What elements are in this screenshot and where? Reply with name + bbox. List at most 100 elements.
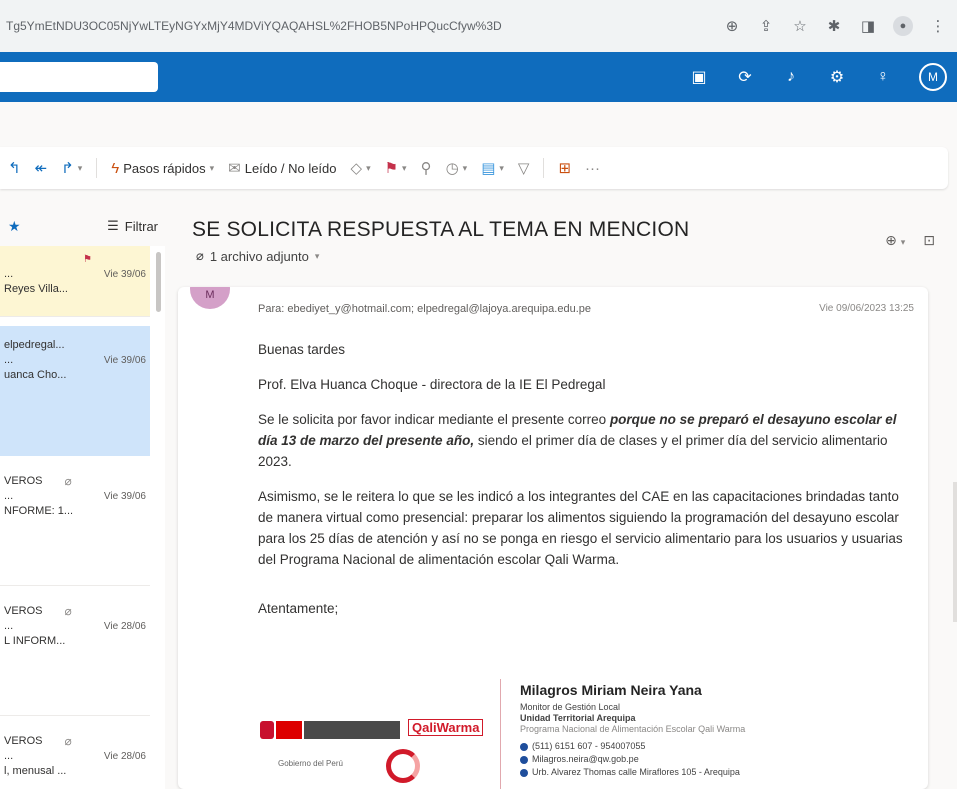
list-item[interactable]: VEROS ⌀ ... Vie 39/06 NFORME: 1... [0,468,150,586]
bolt-icon: ϟ [111,159,120,177]
star-icon[interactable]: ☆ [791,17,809,35]
tag-icon: ◇ [350,160,363,177]
signature: QaliWarma Gobierno del Perú Milagros Mir… [258,679,918,789]
gear-icon[interactable]: ⚙ [827,67,847,87]
favorite-star-icon[interactable]: ★ [8,218,21,235]
email-body: Buenas tardes Prof. Elva Huanca Choque -… [258,339,908,633]
open-window-icon[interactable]: ⊡ [923,232,935,249]
paperclip-icon: ⌀ [64,734,72,748]
list-item[interactable]: VEROS ⌀ ... Vie 28/06 l, menusal ... [0,728,150,789]
reading-pane: SE SOLICITA RESPUESTA AL TEMA EN MENCION… [170,192,957,789]
profile-icon[interactable]: ● [893,16,913,36]
apps-icon: ⊞ [558,160,572,177]
pin-button[interactable]: ⚲ [421,159,432,177]
header-actions: ▣ ⟳ ♪ ⚙ ♀ M [689,63,957,91]
paperclip-icon: ⌀ [64,604,72,618]
attachments-label: 1 archivo adjunto [209,248,309,264]
chevron-down-icon: ▾ [209,162,215,173]
policy-button[interactable]: ▤ ▾ [481,159,504,177]
bell-icon[interactable]: ♪ [781,68,801,86]
closing: Atentamente; [258,601,339,616]
flag-button[interactable]: ⚑ ▾ [385,159,407,177]
addressee-line: Prof. Elva Huanca Choque - directora de … [258,377,606,392]
pin-icon: ⚲ [420,160,432,177]
message-list-panel: ⚑ ... Vie 39/06 Reyes Villa... elpedregal… [0,246,165,789]
zoom-icon: ⊕ [885,232,897,248]
reading-tools: ⊕ ▾ ⊡ [885,232,935,249]
paperclip-icon: ⌀ [196,248,204,263]
avatar[interactable]: M [919,63,947,91]
location-icon [520,768,528,777]
snooze-button[interactable]: ◷ ▾ [446,159,468,177]
address-bar[interactable]: Tg5YmEtNDU3OC05NjYwLTEyNGYxMjY4MDViYQAQA… [0,19,723,33]
apps-button[interactable]: ⊞ [558,159,571,177]
list-item-sender: VEROS [4,605,43,617]
email-card: M Para: ebediyet_y@hotmail.com; elpedreg… [178,287,928,789]
extensions-icon[interactable]: ✱ [825,17,843,35]
lens-icon[interactable]: ⊕ [723,17,741,35]
filter-icon: ☰ [107,218,119,233]
read-unread-label: Leído / No leído [244,160,337,176]
avatar[interactable]: M [190,287,230,309]
list-item-preview: Reyes Villa... [4,283,68,295]
ellipsis-icon: ··· [585,159,601,177]
list-item-sender: VEROS [4,475,43,487]
more-options-button[interactable]: ··· [585,160,600,177]
outlook-header: ▣ ⟳ ♪ ⚙ ♀ M [0,52,957,102]
policy-icon: ▤ [481,160,496,177]
todo-icon[interactable]: ⟳ [735,67,755,87]
reply-all-icon: ↞ [34,160,48,177]
peru-logo [260,721,400,739]
list-item[interactable]: elpedregal... ... Vie 39/06 uanca Cho... [0,326,150,456]
forward-icon: ↱ [61,160,74,177]
forward-button[interactable]: ↱ ▾ [61,159,82,177]
signature-title: Monitor de Gestión Local [520,702,621,712]
list-scrollbar[interactable] [156,252,161,312]
list-item-preview: uanca Cho... [4,369,67,381]
chevron-down-icon: ▾ [366,162,371,173]
menu-icon[interactable]: ⋮ [929,17,947,35]
list-item-date: Vie 39/06 [103,269,146,280]
list-item[interactable]: VEROS ⌀ ... Vie 28/06 L INFORM... [0,598,150,716]
paragraph-2: Asimismo, se le reitera lo que se les in… [258,489,903,567]
ribbon-toolbar: ↰ ↞ ↱ ▾ ϟ Pasos rápidos ▾ ✉ Leído / No leído… [0,147,948,189]
chevron-down-icon: ▾ [77,162,83,173]
reply-all-button[interactable]: ↞ [35,159,48,177]
peru-shield-icon [260,721,274,739]
share-icon[interactable]: ⇪ [757,17,775,35]
phone-icon [520,742,528,751]
email-link[interactable]: Milagros.neira@qw.gob.pe [532,754,639,765]
list-item-date: Vie 28/06 [103,621,146,632]
list-item-preview: L INFORM... [4,635,66,647]
signature-logos: QaliWarma Gobierno del Perú [258,697,498,789]
teams-icon[interactable]: ▣ [689,67,709,87]
mail-icon [520,755,528,764]
gobierno-logo: Gobierno del Perú [278,759,343,768]
attachments-toggle[interactable]: ⌀ 1 archivo adjunto ▾ [196,248,319,264]
sidepanel-icon[interactable]: ◨ [859,17,877,35]
signature-text: Milagros Miriam Neira Yana Monitor de Ge… [520,682,745,778]
lightbulb-icon[interactable]: ♀ [873,68,893,86]
clock-icon: ◷ [445,160,459,177]
list-item[interactable]: ⚑ ... Vie 39/06 Reyes Villa... [0,246,150,317]
quick-steps-button[interactable]: ϟ Pasos rápidos ▾ [111,160,214,177]
zoom-button[interactable]: ⊕ ▾ [885,232,905,249]
reply-button[interactable]: ↰ [8,159,21,177]
read-unread-button[interactable]: ✉ Leído / No leído [228,159,336,177]
flag-icon: ⚑ [384,160,399,177]
paragraph-1: Se le solicita por favor indicar mediant… [258,409,908,472]
sent-date: Vie 09/06/2023 13:25 [819,303,914,314]
list-item-sender: elpedregal... [4,339,65,351]
reading-scrollbar[interactable] [953,482,957,622]
flag-icon[interactable]: ⚑ [83,252,92,267]
browser-toolbar: Tg5YmEtNDU3OC05NjYwLTEyNGYxMjY4MDViYQAQA… [0,0,957,52]
paragraph-1-start: Se le solicita por favor indicar mediant… [258,412,610,427]
search-input[interactable] [0,62,158,92]
filter-mail-button[interactable]: ▽ [518,159,530,177]
browser-actions: ⊕ ⇪ ☆ ✱ ◨ ● ⋮ [723,16,957,36]
filter-button[interactable]: ☰ Filtrar [107,218,158,234]
categorize-button[interactable]: ◇ ▾ [351,159,371,177]
signature-contacts: (511) 6151 607 - 954007055 Milagros.neir… [520,741,745,778]
address-row: Urb. Alvarez Thomas calle Miraflores 105… [520,767,745,778]
signature-name: Milagros Miriam Neira Yana [520,682,702,698]
